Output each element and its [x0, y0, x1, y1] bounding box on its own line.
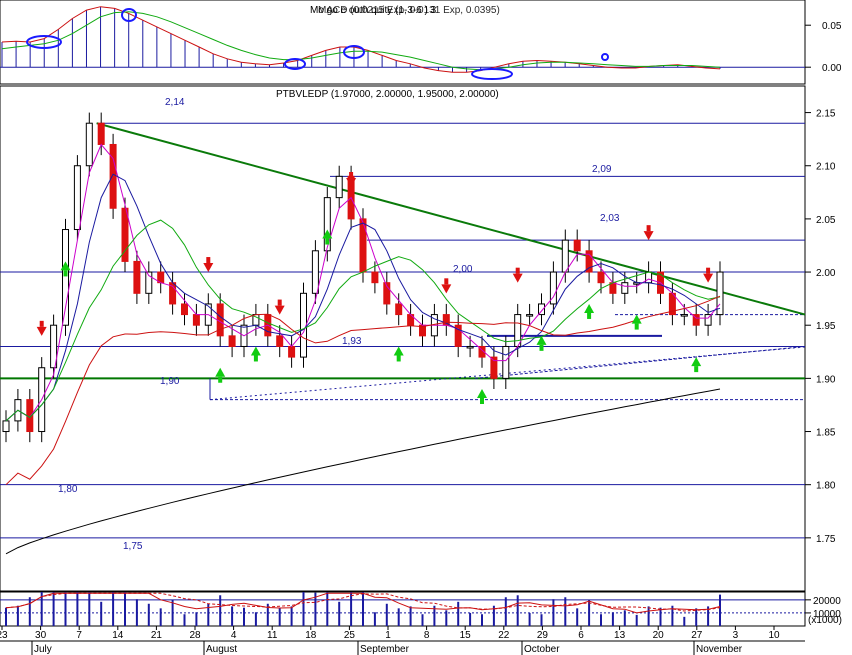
candle-body — [192, 314, 200, 326]
price-y-tick-label: 1.90 — [816, 374, 836, 385]
x-day-label: 13 — [614, 630, 626, 641]
x-day-label: 27 — [691, 630, 703, 641]
candle-body — [62, 229, 69, 326]
buy-arrow-stem — [396, 355, 401, 362]
candle-body — [85, 122, 93, 167]
x-day-label: 30 — [35, 630, 47, 641]
x-month-label: November — [696, 644, 743, 655]
candle-body — [133, 260, 141, 294]
level-label: 1,93 — [342, 336, 362, 347]
candle-body — [597, 271, 605, 284]
x-day-label: 11 — [267, 630, 278, 641]
price-y-tick-label: 2.00 — [816, 268, 836, 279]
x-day-label: 14 — [112, 630, 124, 641]
candle-body — [371, 271, 379, 284]
x-month-label: July — [34, 644, 52, 655]
candle-body — [300, 292, 307, 358]
chart-window: 2,14 2,09 2,03 2,00 1,93 1,90 1,80 1,75 2.15 2.1… — [0, 0, 852, 655]
sell-arrow-stem — [277, 299, 282, 306]
level-label: 1,80 — [58, 484, 78, 495]
x-day-label: 29 — [537, 630, 549, 641]
candle-body — [181, 303, 188, 316]
stock-chart: 2,14 2,09 2,03 2,00 1,93 1,90 1,80 1,75 2.15 2.1… — [0, 0, 842, 655]
buy-arrow-stem — [218, 376, 223, 383]
level-label: 2,14 — [165, 97, 185, 108]
price-y-tick-label: 2.05 — [816, 215, 836, 226]
x-month-label: September — [360, 644, 410, 655]
price-y-tick-label: 1.75 — [816, 534, 836, 545]
x-day-label: 6 — [578, 630, 584, 641]
candle-body — [680, 314, 688, 317]
sell-arrow-stem — [646, 225, 651, 232]
candle-body — [2, 420, 10, 433]
level-label: 2,03 — [600, 213, 620, 224]
price-y-tick-label: 1.85 — [816, 428, 836, 439]
candle-body — [311, 250, 319, 294]
candle-body — [466, 345, 474, 349]
sell-arrow-stem — [349, 172, 354, 178]
buy-arrow-stem — [634, 323, 639, 330]
level-label: 2,09 — [592, 164, 612, 175]
price-y-tick-label: 1.95 — [816, 321, 836, 332]
x-month-label: October — [524, 644, 560, 655]
candle-body — [561, 239, 569, 273]
x-day-label: 1 — [385, 630, 391, 641]
sell-arrow-stem — [515, 267, 520, 274]
x-day-label: 8 — [424, 630, 430, 641]
macd-title: MACD (0.0215 Exp, 0.0131 Exp, 0.0395) — [318, 5, 500, 16]
level-label: 1,90 — [160, 376, 180, 387]
candle-body — [276, 335, 284, 347]
candle-body — [502, 345, 510, 379]
candle-body — [97, 122, 105, 145]
x-day-label: 23 — [0, 630, 8, 641]
candle-body — [395, 303, 403, 316]
x-day-label: 15 — [460, 630, 472, 641]
x-day-label: 10 — [768, 630, 780, 641]
x-day-label: 18 — [305, 630, 317, 641]
sell-arrow-stem — [39, 320, 44, 327]
buy-arrow-stem — [63, 270, 68, 277]
candle-body — [228, 335, 236, 347]
x-day-label: 4 — [231, 630, 237, 641]
volume-multiplier-label: (x1000) — [808, 615, 842, 626]
x-day-label: 20 — [653, 630, 665, 641]
price-title: PTBVLEDP (1.97000, 2.00000, 1.95000, 2.0… — [276, 89, 499, 100]
buy-arrow-stem — [587, 312, 592, 319]
price-y-tick-label: 2.15 — [816, 109, 836, 120]
buy-arrow-stem — [253, 355, 258, 362]
x-day-label: 7 — [76, 630, 82, 641]
candle-body — [359, 218, 367, 273]
candle-body — [573, 239, 581, 252]
buy-arrow-stem — [539, 344, 544, 351]
sell-arrow-stem — [444, 278, 449, 285]
candle-body — [335, 175, 343, 199]
candle-body — [621, 282, 629, 294]
x-day-label: 21 — [151, 630, 163, 641]
buy-arrow-stem — [480, 398, 484, 404]
level-label: 1,75 — [123, 541, 143, 552]
candle-body — [288, 345, 296, 358]
macd-y-tick-label: 0.00 — [822, 63, 842, 74]
x-month-label: August — [206, 644, 237, 655]
macd-y-tick-label: 0.05 — [822, 21, 842, 32]
x-day-label: 28 — [189, 630, 201, 641]
x-day-label: 3 — [733, 630, 739, 641]
volume-y-tick-label: 20000 — [813, 596, 841, 607]
price-y-tick-label: 2.10 — [816, 162, 836, 173]
buy-arrow-stem — [325, 238, 330, 245]
sell-arrow-stem — [706, 267, 711, 274]
level-label: 2,00 — [453, 264, 473, 275]
candle-body — [514, 314, 522, 347]
candle-body — [73, 165, 81, 231]
candle-body — [645, 271, 653, 284]
candle-body — [526, 314, 534, 317]
candle-body — [109, 143, 117, 209]
x-day-label: 25 — [344, 630, 356, 641]
price-y-tick-label: 1.80 — [816, 481, 836, 492]
sell-arrow-stem — [206, 257, 211, 264]
x-day-label: 22 — [498, 630, 510, 641]
buy-arrow-stem — [694, 366, 699, 373]
